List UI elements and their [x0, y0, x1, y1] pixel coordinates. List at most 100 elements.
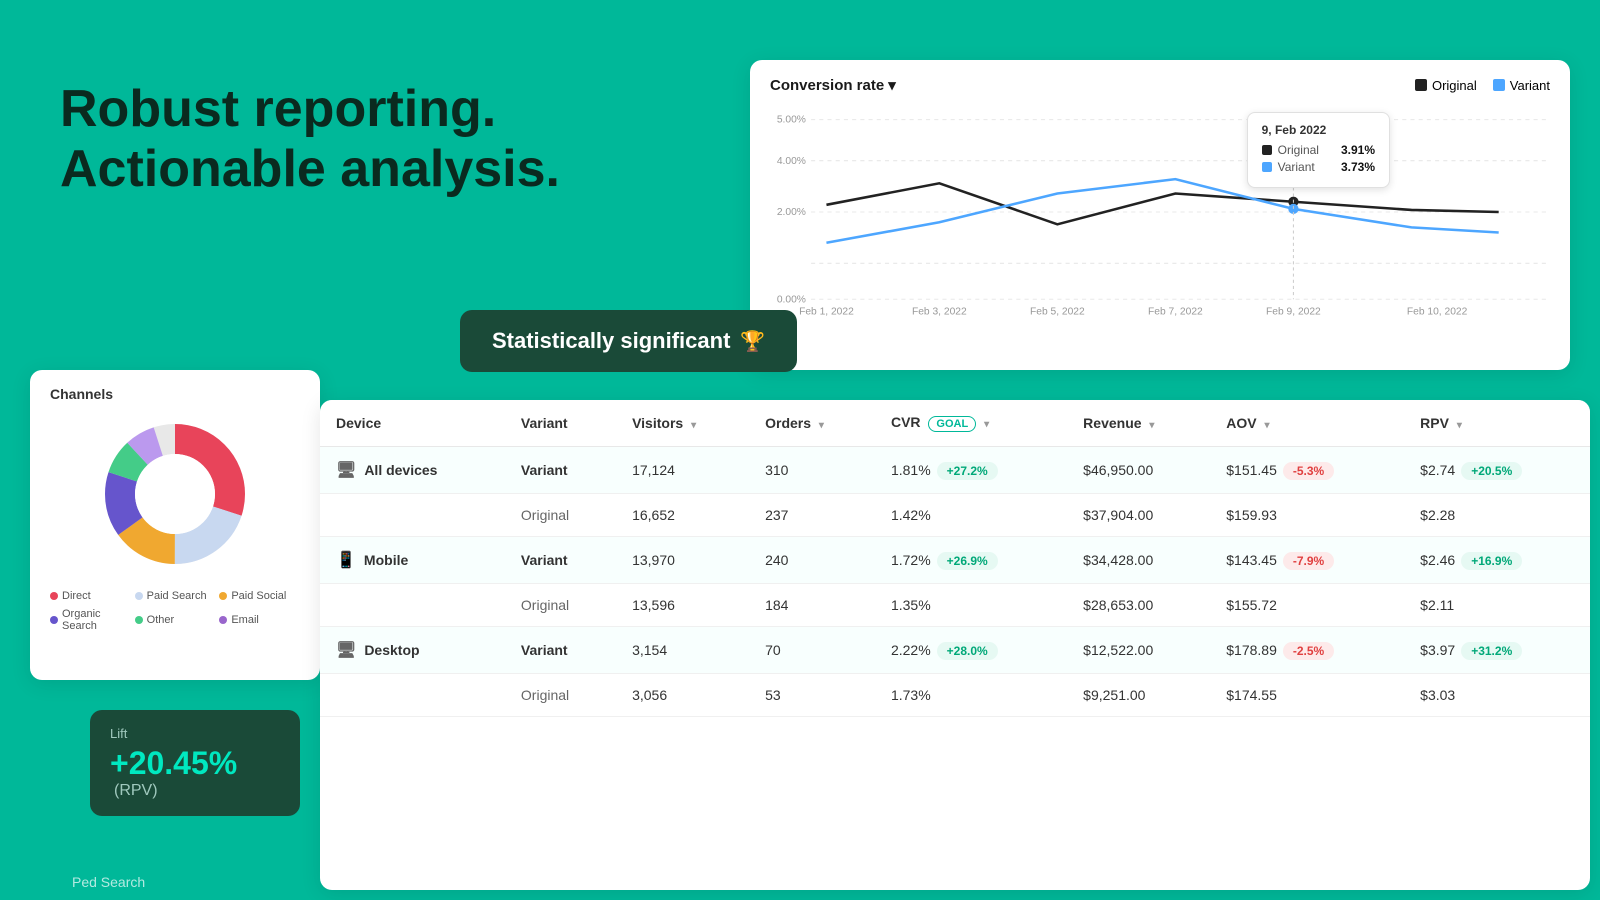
svg-text:Feb 5, 2022: Feb 5, 2022 [1030, 307, 1085, 318]
tooltip-variant-color [1262, 162, 1272, 172]
cell-device [320, 584, 505, 627]
device-icon: 🖥 [336, 640, 356, 660]
goal-badge: GOAL [928, 416, 976, 432]
table-row: Original3,056531.73%$9,251.00$174.55$3.0… [320, 674, 1590, 717]
cvr-value: 1.81% [891, 462, 931, 478]
col-revenue[interactable]: Revenue ▾ [1067, 400, 1210, 447]
table-row: Original13,5961841.35%$28,653.00$155.72$… [320, 584, 1590, 627]
rpv-value: $2.11 [1420, 597, 1454, 613]
device-name: 🖥All devices [336, 460, 489, 480]
col-aov[interactable]: AOV ▾ [1210, 400, 1404, 447]
aov-badge: -7.9% [1283, 552, 1334, 570]
cell-orders: 53 [749, 674, 875, 717]
trophy-icon: 🏆 [740, 329, 765, 354]
col-orders[interactable]: Orders ▾ [749, 400, 875, 447]
variant-value: Variant [521, 642, 568, 658]
stat-sig-badge: Statistically significant 🏆 [460, 310, 797, 372]
variant-value: Variant [521, 552, 568, 568]
channels-legend: Direct Paid Search Paid Social Organic S… [50, 590, 300, 632]
other-label: Other [147, 614, 175, 626]
tooltip-original-label: Original [1278, 143, 1319, 157]
svg-text:Feb 10, 2022: Feb 10, 2022 [1407, 307, 1468, 318]
cell-orders: 240 [749, 537, 875, 584]
aov-sort-icon: ▾ [1264, 420, 1269, 431]
svg-text:4.00%: 4.00% [777, 156, 806, 167]
svg-text:Feb 9, 2022: Feb 9, 2022 [1266, 307, 1321, 318]
variant-legend-label: Variant [1510, 78, 1550, 93]
cell-rpv: $2.28 [1404, 494, 1590, 537]
svg-text:5.00%: 5.00% [777, 115, 806, 126]
cell-orders: 184 [749, 584, 875, 627]
tooltip-variant: Variant 3.73% [1262, 160, 1375, 174]
tooltip-variant-value: 3.73% [1325, 160, 1375, 174]
cell-cvr: 2.22%+28.0% [875, 627, 1067, 674]
cvr-value: 1.42% [891, 507, 931, 523]
cell-visitors: 16,652 [616, 494, 749, 537]
col-variant[interactable]: Variant [505, 400, 616, 447]
cell-visitors: 13,596 [616, 584, 749, 627]
cvr-badge: +28.0% [937, 642, 998, 660]
cvr-value: 1.72% [891, 552, 931, 568]
legend-email: Email [219, 608, 300, 632]
chart-legend: Original Variant [1415, 78, 1550, 93]
cell-rpv: $2.74 +20.5% [1404, 447, 1590, 494]
svg-text:Feb 1, 2022: Feb 1, 2022 [799, 307, 854, 318]
cell-rpv: $3.03 [1404, 674, 1590, 717]
aov-value: $155.72 [1226, 597, 1277, 613]
hero-line1: Robust reporting. [60, 80, 560, 140]
aov-value: $151.45 [1226, 462, 1277, 478]
chart-area: 9, Feb 2022 Original 3.91% Variant 3.73%… [770, 102, 1550, 322]
variant-legend-dot [1493, 79, 1505, 91]
direct-label: Direct [62, 590, 91, 602]
col-rpv[interactable]: RPV ▾ [1404, 400, 1590, 447]
tooltip-variant-label: Variant [1278, 160, 1315, 174]
hero-section: Robust reporting. Actionable analysis. [60, 80, 560, 200]
table-header-row: Device Variant Visitors ▾ Orders ▾ CVR G… [320, 400, 1590, 447]
legend-paid-social: Paid Social [219, 590, 300, 602]
lift-value-row: +20.45% (RPV) [110, 745, 280, 800]
col-visitors[interactable]: Visitors ▾ [616, 400, 749, 447]
original-legend-label: Original [1432, 78, 1477, 93]
rpv-value: $2.74 [1420, 462, 1455, 478]
aov-value: $143.45 [1226, 552, 1277, 568]
legend-original: Original [1415, 78, 1477, 93]
svg-text:0.00%: 0.00% [777, 294, 806, 305]
cell-rpv: $3.97+31.2% [1404, 627, 1590, 674]
visitors-sort-icon: ▾ [691, 420, 696, 431]
lift-panel: Lift +20.45% (RPV) [90, 710, 300, 816]
device-name: 🖥Desktop [336, 640, 489, 660]
rpv-badge: +20.5% [1461, 462, 1522, 480]
legend-variant: Variant [1493, 78, 1550, 93]
chart-title[interactable]: Conversion rate ▾ [770, 76, 896, 94]
col-cvr[interactable]: CVR GOAL ▾ [875, 400, 1067, 447]
col-device[interactable]: Device [320, 400, 505, 447]
table-row: 🖥All devicesVariant17,1243101.81%+27.2%$… [320, 447, 1590, 494]
cell-revenue: $9,251.00 [1067, 674, 1210, 717]
cell-variant: Variant [505, 447, 616, 494]
cell-cvr: 1.81%+27.2% [875, 447, 1067, 494]
cell-cvr: 1.42% [875, 494, 1067, 537]
cell-device [320, 494, 505, 537]
cell-aov: $178.89-2.5% [1210, 627, 1404, 674]
chart-svg: 5.00% 4.00% 2.00% 0.00% Feb 1, 2022 Feb … [770, 102, 1550, 322]
chart-dropdown-icon[interactable]: ▾ [888, 76, 896, 94]
revenue-sort-icon: ▾ [1149, 420, 1154, 431]
lift-value: +20.45% [110, 745, 237, 781]
tooltip-original-color [1262, 145, 1272, 155]
cell-aov: $155.72 [1210, 584, 1404, 627]
cell-orders: 237 [749, 494, 875, 537]
cell-device [320, 674, 505, 717]
channels-title: Channels [50, 386, 300, 402]
rpv-badge: +16.9% [1461, 552, 1522, 570]
cell-aov: $174.55 [1210, 674, 1404, 717]
organic-label: Organic Search [62, 608, 131, 632]
rpv-value: $3.03 [1420, 687, 1455, 703]
cell-orders: 70 [749, 627, 875, 674]
cell-visitors: 17,124 [616, 447, 749, 494]
tooltip-date: 9, Feb 2022 [1262, 123, 1375, 137]
table-panel: Device Variant Visitors ▾ Orders ▾ CVR G… [320, 400, 1590, 890]
rpv-value: $3.97 [1420, 642, 1455, 658]
cell-rpv: $2.11 [1404, 584, 1590, 627]
table-row: Original16,6522371.42%$37,904.00$159.93$… [320, 494, 1590, 537]
svg-text:Feb 3, 2022: Feb 3, 2022 [912, 307, 967, 318]
